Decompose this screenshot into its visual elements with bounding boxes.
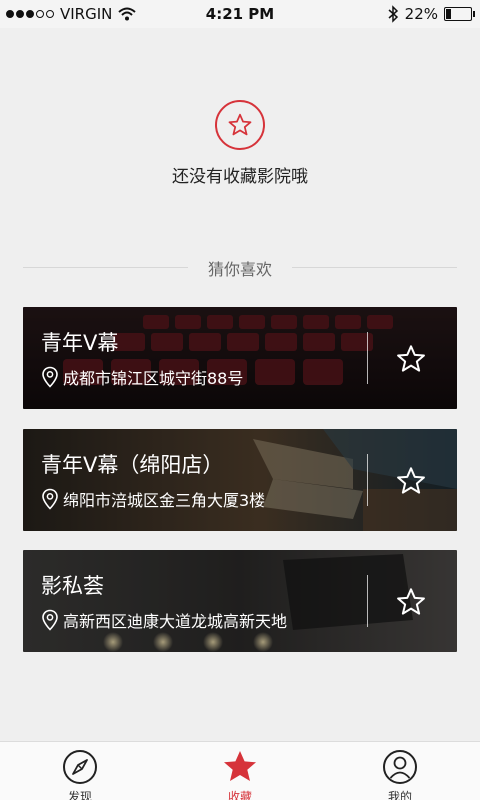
section-title: 猜你喜欢 xyxy=(207,260,272,279)
tab-discover[interactable]: 发现 xyxy=(40,748,120,800)
tab-label: 我的 xyxy=(387,790,412,800)
battery-fill xyxy=(446,9,451,19)
cinema-card[interactable]: 青年V幕 成都市锦江区城守街88号 xyxy=(23,307,457,409)
location-pin-icon xyxy=(42,488,58,510)
tab-label: 收藏 xyxy=(227,790,252,800)
card-divider xyxy=(367,454,368,506)
cinema-name: 影私荟 xyxy=(41,574,104,598)
cinema-card[interactable]: 青年V幕（绵阳店） 绵阳市涪城区金三角大厦3楼 xyxy=(23,429,457,531)
cinema-photo xyxy=(23,429,457,531)
cinema-card[interactable]: 影私荟 高新西区迪康大道龙城高新天地 xyxy=(23,550,457,652)
favorite-star-icon[interactable] xyxy=(395,465,427,497)
favorite-star-icon[interactable] xyxy=(395,586,427,618)
empty-star-icon xyxy=(215,100,265,150)
cinema-address: 成都市锦江区城守街88号 xyxy=(63,369,244,388)
empty-state-text: 还没有收藏影院哦 xyxy=(172,167,308,187)
cinema-name: 青年V幕（绵阳店） xyxy=(41,453,224,477)
battery-percent: 22% xyxy=(404,5,438,23)
divider-right xyxy=(292,267,457,268)
cinema-address-row: 绵阳市涪城区金三角大厦3楼 xyxy=(41,487,265,511)
location-pin-icon xyxy=(42,366,58,388)
cinema-address: 绵阳市涪城区金三角大厦3楼 xyxy=(63,491,266,510)
status-bar: VIRGIN 4:21 PM 22% xyxy=(0,0,480,28)
user-icon xyxy=(383,750,417,784)
card-divider xyxy=(367,575,368,627)
battery-icon xyxy=(444,7,475,21)
card-divider xyxy=(367,332,368,384)
cinema-photo xyxy=(23,550,457,652)
cinema-photo xyxy=(23,307,457,409)
favorite-star-icon[interactable] xyxy=(395,343,427,375)
cinema-address: 高新西区迪康大道龙城高新天地 xyxy=(63,612,288,631)
tab-mine[interactable]: 我的 xyxy=(360,748,440,800)
cinema-address-row: 成都市锦江区城守街88号 xyxy=(41,365,243,389)
status-right-group: 22% xyxy=(387,5,475,23)
star-icon xyxy=(224,751,256,781)
bluetooth-icon xyxy=(388,5,398,23)
tab-favorites[interactable]: 收藏 xyxy=(200,748,280,800)
compass-icon xyxy=(63,750,97,784)
tab-bar: 发现 收藏 我的 xyxy=(0,741,480,800)
cinema-name: 青年V幕 xyxy=(41,331,119,355)
location-pin-icon xyxy=(42,609,58,631)
tab-label: 发现 xyxy=(67,790,92,800)
cinema-address-row: 高新西区迪康大道龙城高新天地 xyxy=(41,608,287,632)
